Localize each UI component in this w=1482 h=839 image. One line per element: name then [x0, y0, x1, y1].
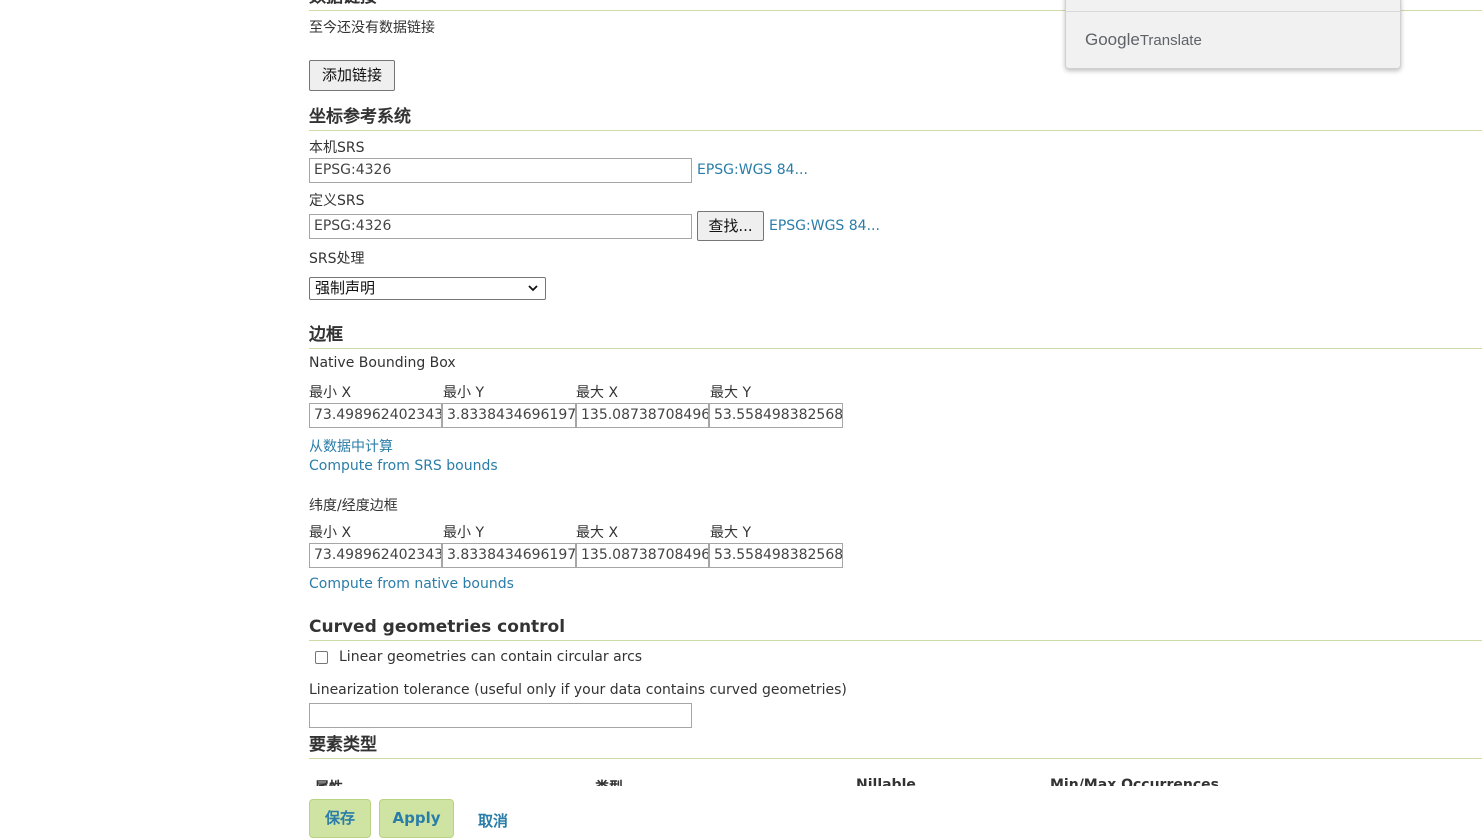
native-srs-label: 本机SRS — [309, 140, 365, 156]
chevron-down-icon — [527, 279, 539, 304]
native-maxy-label: 最大 Y — [710, 385, 752, 401]
circular-arcs-checkbox[interactable] — [315, 651, 328, 664]
srs-handling-label: SRS处理 — [309, 251, 365, 267]
google-translate-logo: GoogleTranslate — [1085, 30, 1202, 50]
latlon-maxx-input[interactable]: 135.08738708496 — [576, 543, 709, 568]
native-minx-input[interactable]: 73.498962402343 — [309, 403, 442, 428]
column-nillable: Nillable — [856, 777, 916, 786]
add-link-button[interactable]: 添加链接 — [309, 60, 395, 91]
native-minx-label: 最小 X — [309, 385, 352, 401]
linearization-tolerance-label: Linearization tolerance (useful only if … — [309, 682, 847, 698]
compute-from-data-link[interactable]: 从数据中计算 — [309, 436, 393, 456]
native-srs-input[interactable]: EPSG:4326 — [309, 158, 692, 183]
compute-from-native-link[interactable]: Compute from native bounds — [309, 576, 514, 592]
native-bbox-label: Native Bounding Box — [309, 355, 456, 371]
save-button[interactable]: 保存 — [309, 799, 371, 838]
circular-arcs-label: Linear geometries can contain circular a… — [339, 649, 643, 665]
native-maxx-input[interactable]: 135.08738708496 — [576, 403, 709, 428]
declared-srs-label: 定义SRS — [309, 193, 365, 209]
popup-divider — [1066, 11, 1400, 12]
linearization-tolerance-input[interactable] — [309, 703, 692, 728]
latlon-miny-label: 最小 Y — [443, 525, 485, 541]
latlon-maxy-label: 最大 Y — [710, 525, 752, 541]
latlon-miny-input[interactable]: 3.8338434696197 — [442, 543, 576, 568]
latlon-bbox-label: 纬度/经度边框 — [309, 498, 398, 514]
translate-wordmark: Translate — [1139, 32, 1202, 49]
google-wordmark: Google — [1085, 30, 1140, 49]
cancel-link[interactable]: 取消 — [478, 810, 508, 831]
srs-handling-selected: 强制声明 — [315, 279, 376, 297]
compute-from-srs-link[interactable]: Compute from SRS bounds — [309, 458, 498, 474]
declared-srs-input[interactable]: EPSG:4326 — [309, 214, 692, 239]
latlon-maxy-input[interactable]: 53.558498382568 — [709, 543, 843, 568]
find-srs-button[interactable]: 查找... — [697, 211, 764, 241]
feature-type-heading: 要素类型 — [309, 734, 1482, 759]
native-miny-label: 最小 Y — [443, 385, 485, 401]
feature-type-table-header: 属性 类型 Nillable Min/Max Occurrences — [0, 772, 1482, 786]
column-type: 类型 — [595, 777, 623, 786]
latlon-minx-input[interactable]: 73.498962402343 — [309, 543, 442, 568]
bbox-heading: 边框 — [309, 324, 1482, 349]
no-data-links-text: 至今还没有数据链接 — [309, 20, 435, 36]
curved-geometries-heading: Curved geometries control — [309, 616, 1482, 641]
latlon-minx-label: 最小 X — [309, 525, 352, 541]
native-miny-input[interactable]: 3.8338434696197 — [442, 403, 576, 428]
native-maxy-input[interactable]: 53.558498382568 — [709, 403, 843, 428]
column-min-max-occurrences: Min/Max Occurrences — [1050, 777, 1219, 786]
native-maxx-label: 最大 X — [576, 385, 619, 401]
native-srs-link[interactable]: EPSG:WGS 84... — [697, 162, 808, 178]
crs-heading: 坐标参考系统 — [309, 106, 1482, 131]
column-attribute: 属性 — [315, 777, 343, 786]
apply-button[interactable]: Apply — [379, 799, 454, 838]
declared-srs-link[interactable]: EPSG:WGS 84... — [769, 218, 880, 234]
google-translate-popup: GoogleTranslate — [1065, 0, 1401, 69]
latlon-maxx-label: 最大 X — [576, 525, 619, 541]
srs-handling-select[interactable]: 强制声明 — [309, 277, 546, 300]
